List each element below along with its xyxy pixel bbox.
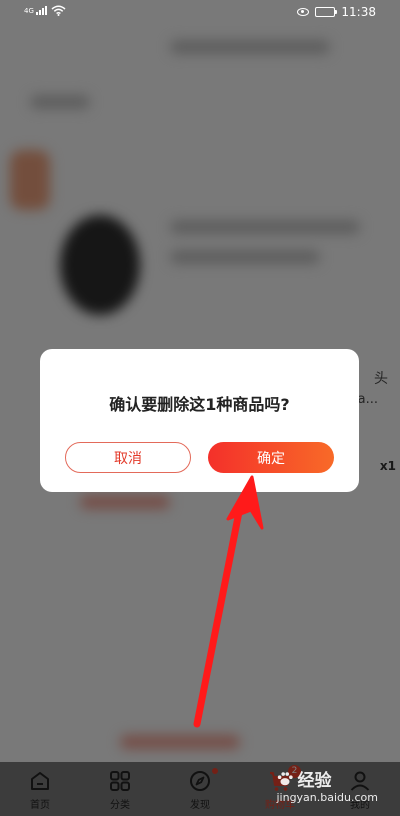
watermark: 经验 jingyan.baidu.com	[276, 766, 378, 804]
status-left: 4G	[24, 5, 66, 16]
nav-home-label: 首页	[30, 800, 50, 811]
battery-icon	[315, 7, 338, 17]
discover-dot-badge	[212, 768, 218, 774]
nav-discover-label: 发现	[190, 800, 210, 811]
dialog-message: 确认要删除这1种商品吗?	[109, 395, 290, 414]
delete-confirm-dialog: 确认要删除这1种商品吗? 取消 确定	[40, 349, 359, 492]
watermark-brand: 经验	[297, 771, 332, 791]
compass-icon	[190, 771, 210, 791]
clock: 11:38	[341, 5, 376, 19]
confirm-button[interactable]: 确定	[208, 442, 334, 473]
nav-discover[interactable]: 发现	[160, 762, 240, 816]
wifi-icon	[51, 5, 66, 16]
status-right: 11:38	[297, 5, 376, 19]
paw-icon	[278, 771, 294, 785]
eye-icon	[297, 8, 310, 16]
watermark-url: jingyan.baidu.com	[276, 791, 378, 804]
nav-home[interactable]: 首页	[0, 762, 80, 816]
signal-icon	[35, 6, 47, 15]
home-icon	[31, 772, 49, 790]
nav-category-label: 分类	[110, 800, 130, 811]
grid-icon	[110, 771, 130, 791]
status-bar: 4G 11:38	[0, 0, 400, 26]
network-type: 4G	[24, 6, 34, 15]
nav-category[interactable]: 分类	[80, 762, 160, 816]
watermark-brand-row: 经验	[276, 766, 378, 791]
cancel-button[interactable]: 取消	[65, 442, 191, 473]
